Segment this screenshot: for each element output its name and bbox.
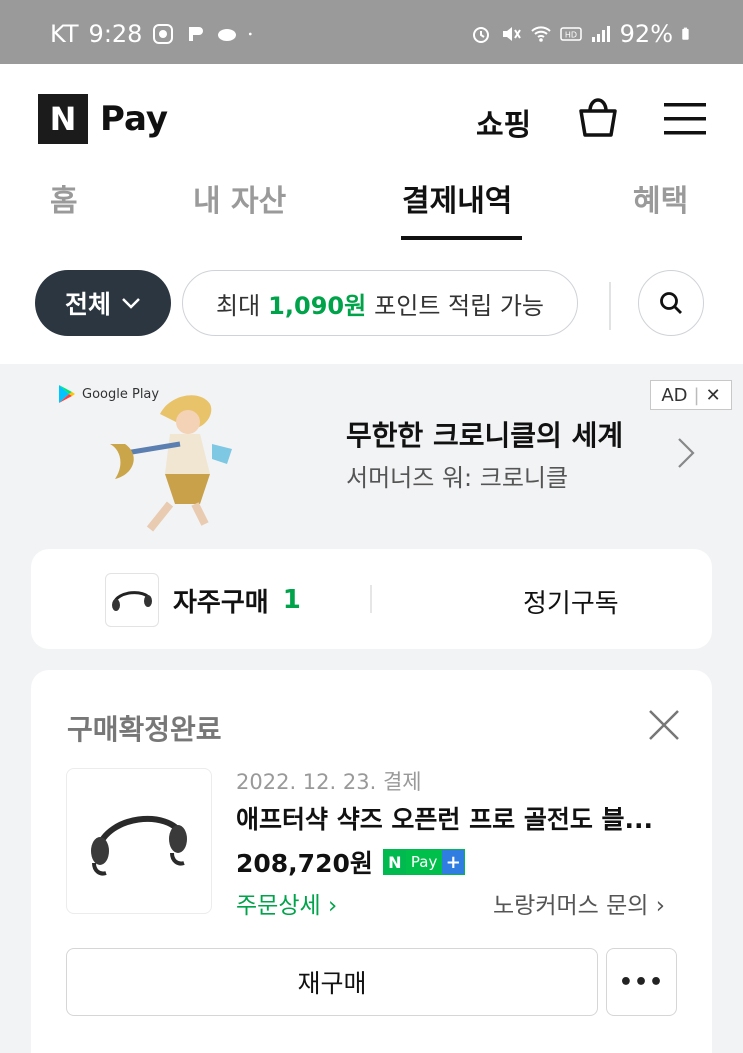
tab-payment-history[interactable]: 결제내역 xyxy=(402,176,512,220)
payment-date: 2022. 12. 23. 결제 xyxy=(236,770,422,794)
frequent-purchase-count: 1 xyxy=(282,585,301,615)
bone-conduction-headphones-image xyxy=(91,815,187,876)
price-row: 208,720원 N Pay + xyxy=(236,844,466,880)
clock: 9:28 xyxy=(88,20,143,48)
ad-label: AD xyxy=(661,384,688,406)
carrier-label: KT xyxy=(50,20,79,48)
search-icon xyxy=(660,292,682,314)
frequent-purchase-label: 자주구매 xyxy=(173,587,269,618)
headphones-product-icon xyxy=(112,591,152,611)
seller-inquiry-link[interactable]: 노랑커머스 문의 › xyxy=(493,886,665,920)
chevron-right-icon xyxy=(678,438,695,468)
card-divider xyxy=(370,585,372,613)
subscription-button[interactable]: 정기구독 xyxy=(523,583,619,620)
product-price: 208,720원 xyxy=(236,849,373,878)
product-thumbnail[interactable] xyxy=(66,768,212,914)
point-amount: 1,090원 xyxy=(268,291,367,320)
filter-bar: 전체 최대 1,090원 포인트 적립 가능 xyxy=(0,270,743,340)
hd-voice-icon: HD xyxy=(559,27,582,41)
point-suffix: 포인트 적립 가능 xyxy=(374,291,544,320)
battery-percent: 92% xyxy=(619,20,673,48)
signal-icon xyxy=(591,26,610,42)
svg-text:HD: HD xyxy=(565,31,577,40)
npay-logo-text: Pay xyxy=(100,99,169,139)
frequent-purchase-card: 자주구매 1 정기구독 xyxy=(31,549,712,649)
ad-close-icon[interactable]: ✕ xyxy=(706,385,721,406)
more-notifications-dot-icon xyxy=(249,32,253,36)
tab-my-assets[interactable]: 내 자산 xyxy=(193,176,286,220)
order-card: 구매확정완료 2022. 12. 23. 결제 애프터샥 샥즈 오픈런 프로 골… xyxy=(31,670,712,1053)
product-name[interactable]: 애프터샥 샥즈 오픈런 프로 골전도 블... xyxy=(236,800,653,836)
hamburger-menu-icon[interactable] xyxy=(664,102,706,136)
google-play-icon xyxy=(59,385,75,403)
shopping-bag-icon[interactable] xyxy=(574,94,622,142)
active-tab-indicator xyxy=(401,236,522,240)
npay-plus-badge: N Pay + xyxy=(382,849,466,875)
ad-badge-separator: | xyxy=(693,384,700,406)
cloud-notification-icon xyxy=(218,29,237,41)
order-status: 구매확정완료 xyxy=(67,713,222,746)
ad-badge[interactable]: AD | ✕ xyxy=(650,380,732,410)
ad-subtitle: 서머너즈 워: 크로니클 xyxy=(346,464,569,492)
app-header: N Pay 쇼핑 홈 내 자산 결제내역 혜택 전체 최대 1,090원 포인트… xyxy=(0,64,743,364)
tab-home[interactable]: 홈 xyxy=(50,176,78,220)
pay-notification-icon xyxy=(189,27,204,41)
filter-all-dropdown[interactable]: 전체 xyxy=(35,270,171,336)
more-options-button[interactable]: ••• xyxy=(606,948,677,1016)
frequent-purchase-button[interactable]: 자주구매 1 xyxy=(105,573,301,627)
game-character-illustration xyxy=(110,395,232,532)
rebuy-button[interactable]: 재구매 xyxy=(66,948,598,1016)
filter-divider xyxy=(609,282,611,330)
compass-icon xyxy=(153,24,174,44)
point-earning-chip[interactable]: 최대 1,090원 포인트 적립 가능 xyxy=(182,270,578,336)
mute-icon xyxy=(502,27,521,41)
alarm-icon xyxy=(472,27,489,43)
tab-benefits[interactable]: 혜택 xyxy=(633,176,688,220)
main-tabs: 홈 내 자산 결제내역 혜택 xyxy=(0,176,743,246)
npay-logo[interactable]: N Pay xyxy=(38,94,168,144)
chevron-down-icon xyxy=(122,298,140,309)
wifi-icon xyxy=(530,26,551,42)
order-detail-link[interactable]: 주문상세 › xyxy=(236,886,337,920)
npay-badge-n: N xyxy=(383,850,406,874)
status-bar: KT 9:28 HD 92% xyxy=(0,0,743,64)
point-prefix: 최대 xyxy=(216,291,261,320)
close-icon[interactable] xyxy=(647,708,681,742)
frequent-purchase-thumbnail xyxy=(105,573,159,627)
npay-logo-mark: N xyxy=(38,94,88,144)
shopping-link[interactable]: 쇼핑 xyxy=(476,100,531,144)
npay-badge-pay: Pay xyxy=(405,850,443,874)
npay-badge-plus: + xyxy=(442,850,465,874)
battery-icon xyxy=(682,27,689,40)
ad-title: 무한한 크로니클의 세계 xyxy=(346,419,624,452)
ad-banner[interactable]: Google Play 무한한 크로니클의 세계 서머너즈 워: 크로니클 AD… xyxy=(0,364,743,540)
search-button[interactable] xyxy=(638,270,704,336)
filter-all-label: 전체 xyxy=(64,290,111,319)
